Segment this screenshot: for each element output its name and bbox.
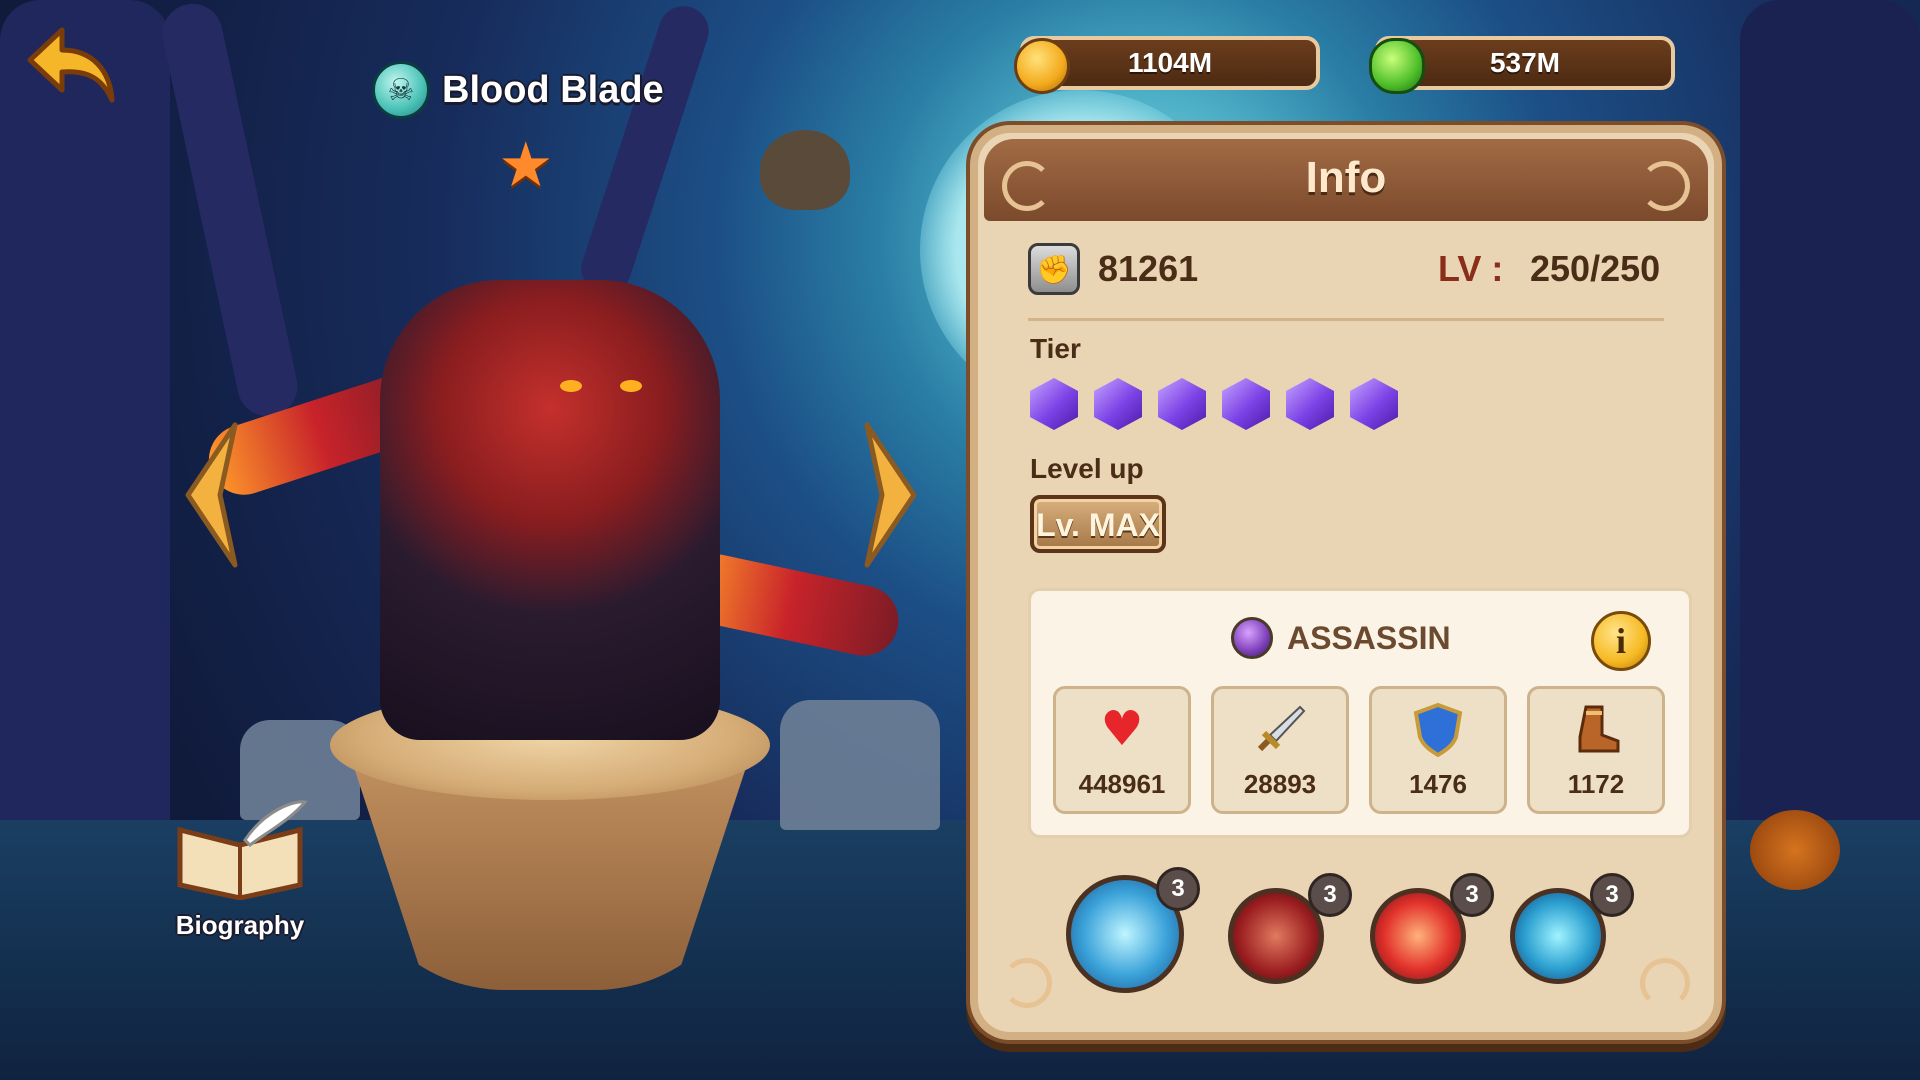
level-label: LV : <box>1438 248 1504 289</box>
stat-hp: ♥ 448961 <box>1053 686 1191 814</box>
class-row: ASSASSIN <box>1231 617 1451 659</box>
level-value: 250/250 <box>1530 248 1661 289</box>
tier-gem-icon <box>1222 378 1270 430</box>
heart-icon: ♥ <box>1100 701 1144 757</box>
next-hero-arrow[interactable] <box>862 420 922 570</box>
tier-gem-icon <box>1286 378 1334 430</box>
stat-armor: 1476 <box>1369 686 1507 814</box>
boot-icon <box>1530 701 1662 769</box>
swirl-ornament <box>1640 958 1690 1008</box>
class-info-button[interactable]: i <box>1591 611 1651 671</box>
tombstone <box>780 700 940 830</box>
attack-value: 28893 <box>1243 769 1317 799</box>
gem-amount: 537M <box>1489 47 1561 78</box>
panel-title: Info <box>1305 153 1387 202</box>
skill-level-badge: 3 <box>1590 873 1634 917</box>
hero-eye <box>620 380 642 392</box>
power-value: 81261 <box>1098 248 1199 289</box>
power-fist-icon: ✊ <box>1028 243 1080 295</box>
hero-title: ☠ Blood Blade <box>372 60 664 120</box>
previous-hero-arrow[interactable] <box>180 420 240 570</box>
owl-icon <box>760 130 850 210</box>
skull-icon: ☠ <box>372 61 430 119</box>
level-up-label: Level up <box>1030 453 1144 484</box>
gem-counter[interactable]: 537M <box>1369 36 1675 94</box>
sword-icon <box>1214 701 1346 769</box>
skill-level-badge: 3 <box>1450 873 1494 917</box>
gold-counter[interactable]: 1104M <box>1014 36 1320 94</box>
book-quill-icon <box>177 800 308 900</box>
hp-value: 448961 <box>1078 769 1166 799</box>
tree-branch <box>574 0 716 301</box>
hero-name: Blood Blade <box>442 68 664 111</box>
speed-value: 1172 <box>1567 769 1625 799</box>
panel-header: Info <box>984 139 1708 221</box>
tree-branch <box>156 0 304 422</box>
chevron-right-icon <box>864 422 917 568</box>
biography-button[interactable]: Biography <box>150 800 330 950</box>
pumpkin-icon <box>1750 810 1840 890</box>
info-panel: Info ✊ 81261 LV : 250/250 Tier Level up … <box>970 125 1722 1040</box>
class-name: ASSASSIN <box>1287 619 1451 656</box>
star-icon: ★ <box>498 128 554 201</box>
swirl-ornament <box>1002 958 1052 1008</box>
biography-label: Biography <box>175 910 305 940</box>
tier-gem-icon <box>1030 378 1078 430</box>
skill-level-badge: 3 <box>1156 867 1200 911</box>
chevron-left-icon <box>185 422 238 568</box>
level-max-label: Lv. MAX <box>1036 507 1160 543</box>
stat-speed: 1172 <box>1527 686 1665 814</box>
assassin-class-icon <box>1231 617 1273 659</box>
back-arrow-icon <box>27 27 115 103</box>
tier-gem-icon <box>1158 378 1206 430</box>
info-icon: i <box>1615 621 1626 661</box>
hero-portrait[interactable] <box>380 280 720 740</box>
tier-gems <box>1030 378 1398 430</box>
hero-eye <box>560 380 582 392</box>
shield-icon <box>1372 701 1504 769</box>
armor-value: 1476 <box>1409 769 1467 799</box>
gold-amount: 1104M <box>1127 47 1213 78</box>
divider <box>1028 318 1664 321</box>
back-button[interactable] <box>22 20 122 110</box>
skill-level-badge: 3 <box>1308 873 1352 917</box>
level-max-button[interactable]: Lv. MAX <box>1030 495 1166 553</box>
stats-card: ASSASSIN i ♥ 448961 28893 1476 1172 <box>1028 588 1692 838</box>
tier-gem-icon <box>1094 378 1142 430</box>
tier-gem-icon <box>1350 378 1398 430</box>
stat-attack: 28893 <box>1211 686 1349 814</box>
tier-label: Tier <box>1030 333 1081 364</box>
